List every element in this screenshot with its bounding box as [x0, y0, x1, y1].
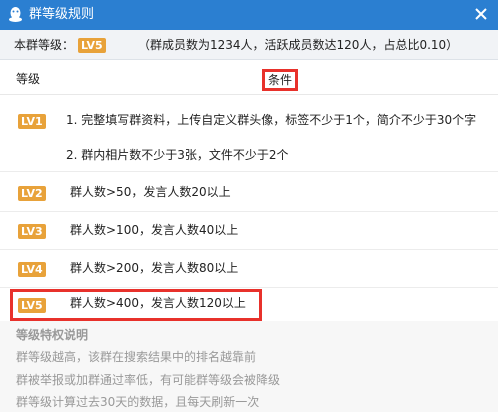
- highlight-box: [10, 289, 262, 321]
- table-row: LV4 群人数>200，发言人数80以上: [0, 250, 498, 288]
- table-row: LV3 群人数>100，发言人数40以上: [0, 212, 498, 250]
- table-header: 等级 条件: [0, 61, 498, 95]
- level-badge: LV4: [18, 262, 46, 277]
- header-level: 等级: [16, 72, 41, 86]
- window-title: 群等级规则: [29, 7, 95, 22]
- privileges-title: 等级特权说明: [16, 328, 89, 342]
- privilege-line: 群等级越高，该群在搜索结果中的排名越靠前: [16, 350, 257, 364]
- privilege-line: 群被举报或加群通过率低，有可能群等级会被降级: [16, 373, 281, 387]
- qq-penguin-icon: [9, 7, 22, 22]
- privileges-section: 等级特权说明 群等级越高，该群在搜索结果中的排名越靠前 群被举报或加群通过率低，…: [0, 321, 498, 412]
- condition-text: 2. 群内相片数不少于3张，文件不少于2个: [66, 148, 289, 162]
- level-badge: LV3: [18, 224, 46, 239]
- header-condition: 条件: [262, 69, 299, 91]
- current-level-badge: LV5: [78, 38, 106, 53]
- condition-text: 群人数>100，发言人数40以上: [70, 223, 239, 237]
- close-icon[interactable]: [473, 6, 489, 22]
- condition-text: 1. 完整填写群资料，上传自定义群头像，标签不少于1个，简介不少于30个字: [66, 113, 477, 127]
- table-row: LV1 1. 完整填写群资料，上传自定义群头像，标签不少于1个，简介不少于30个…: [0, 95, 498, 172]
- current-level-label: 本群等级：: [14, 38, 75, 52]
- level-badge: LV1: [18, 114, 46, 129]
- group-level-summary: 本群等级： LV5 （群成员数为1234人，活跃成员数达120人，占总比0.10…: [0, 30, 498, 60]
- privilege-line: 群等级计算过去30天的数据，且每天刷新一次: [16, 395, 260, 409]
- condition-text: 群人数>50，发言人数20以上: [70, 185, 231, 199]
- member-stats: （群成员数为1234人，活跃成员数达120人，占总比0.10）: [138, 38, 459, 52]
- condition-text: 群人数>200，发言人数80以上: [70, 261, 239, 275]
- level-badge: LV2: [18, 186, 46, 201]
- title-bar: 群等级规则: [0, 0, 498, 30]
- table-row: LV2 群人数>50，发言人数20以上: [0, 172, 498, 212]
